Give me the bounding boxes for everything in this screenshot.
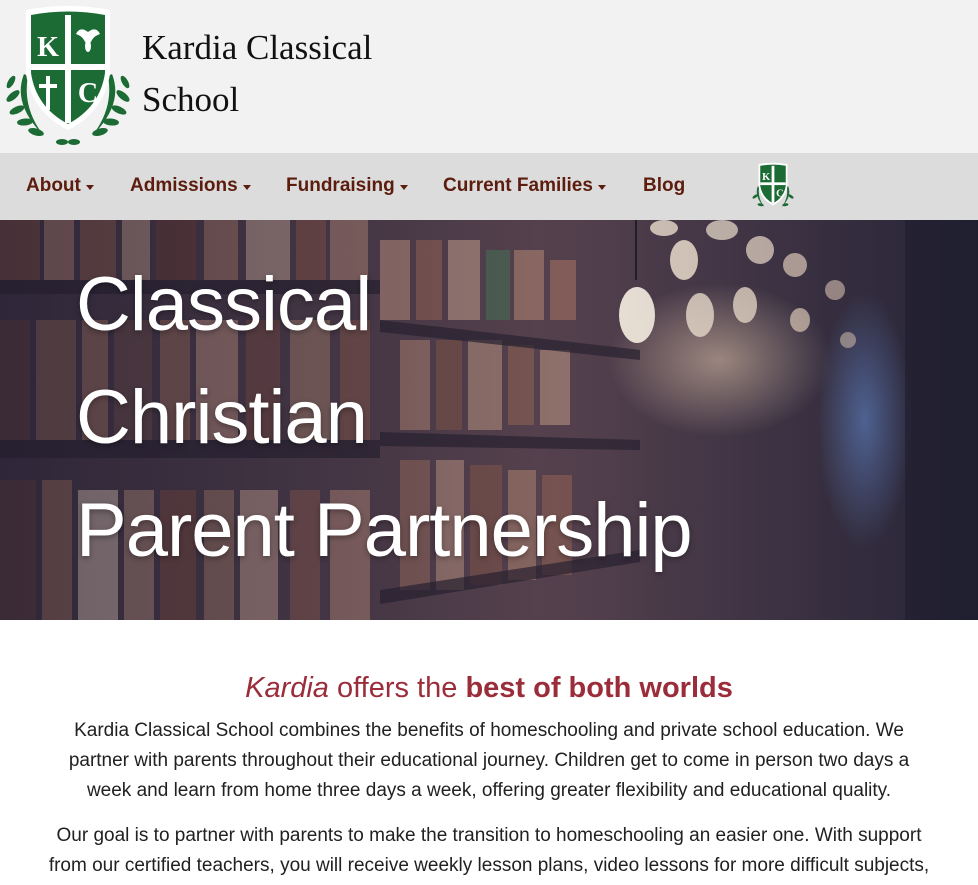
crest-letter-c: C (776, 188, 783, 199)
crest-letter-k: K (37, 32, 59, 63)
school-name-line2: School (142, 80, 240, 119)
caret-down-icon (597, 184, 606, 190)
nav-item-label: About (26, 175, 81, 196)
school-name[interactable]: Kardia Classical School (142, 22, 372, 126)
heading-bold: best of both worlds (465, 672, 733, 704)
nav-item-label: Blog (643, 175, 686, 196)
paragraph-line: from our certified teachers, you will re… (48, 855, 930, 876)
school-crest-logo[interactable]: K C (4, 4, 132, 149)
hero-title-line3: Parent Partnership (76, 488, 693, 573)
crest-letter-c: C (78, 78, 98, 109)
main-navbar: About Admissions Fundraising Current Fam… (0, 153, 978, 220)
nav-item-label: Fundraising (286, 175, 395, 196)
nav-crest-icon[interactable]: K C (750, 162, 796, 212)
nav-item-blog[interactable]: Blog (643, 172, 685, 200)
heading-italic: Kardia (245, 672, 329, 704)
nav-item-label: Admissions (130, 175, 238, 196)
nav-item-admissions[interactable]: Admissions (130, 172, 251, 200)
intro-heading: Kardia offers the best of both worlds (0, 668, 978, 708)
paragraph-line: partner with parents throughout their ed… (68, 750, 910, 771)
hero-title-line2: Christian (76, 375, 368, 460)
caret-down-icon (399, 184, 408, 190)
caret-down-icon (242, 184, 251, 190)
hero-banner: Classical Christian Parent Partnership (0, 220, 978, 620)
site-header: K C Kardia Classical School (0, 0, 978, 153)
paragraph-line: Kardia Classical School combines the ben… (74, 720, 904, 741)
intro-paragraph-1: Kardia Classical School combines the ben… (30, 716, 948, 806)
hero-title-line1: Classical (76, 262, 372, 347)
heading-middle: offers the (328, 672, 466, 704)
caret-down-icon (85, 184, 94, 190)
school-name-line1: Kardia Classical (142, 28, 373, 67)
nav-item-current-families[interactable]: Current Families (443, 172, 606, 200)
paragraph-line: Our goal is to partner with parents to m… (56, 825, 922, 846)
nav-item-fundraising[interactable]: Fundraising (286, 172, 408, 200)
nav-item-label: Current Families (443, 175, 593, 196)
intro-paragraph-2: Our goal is to partner with parents to m… (30, 821, 948, 881)
paragraph-line: week and learn from home three days a we… (86, 780, 892, 801)
crest-letter-k: K (762, 172, 770, 183)
nav-item-about[interactable]: About (26, 172, 94, 200)
